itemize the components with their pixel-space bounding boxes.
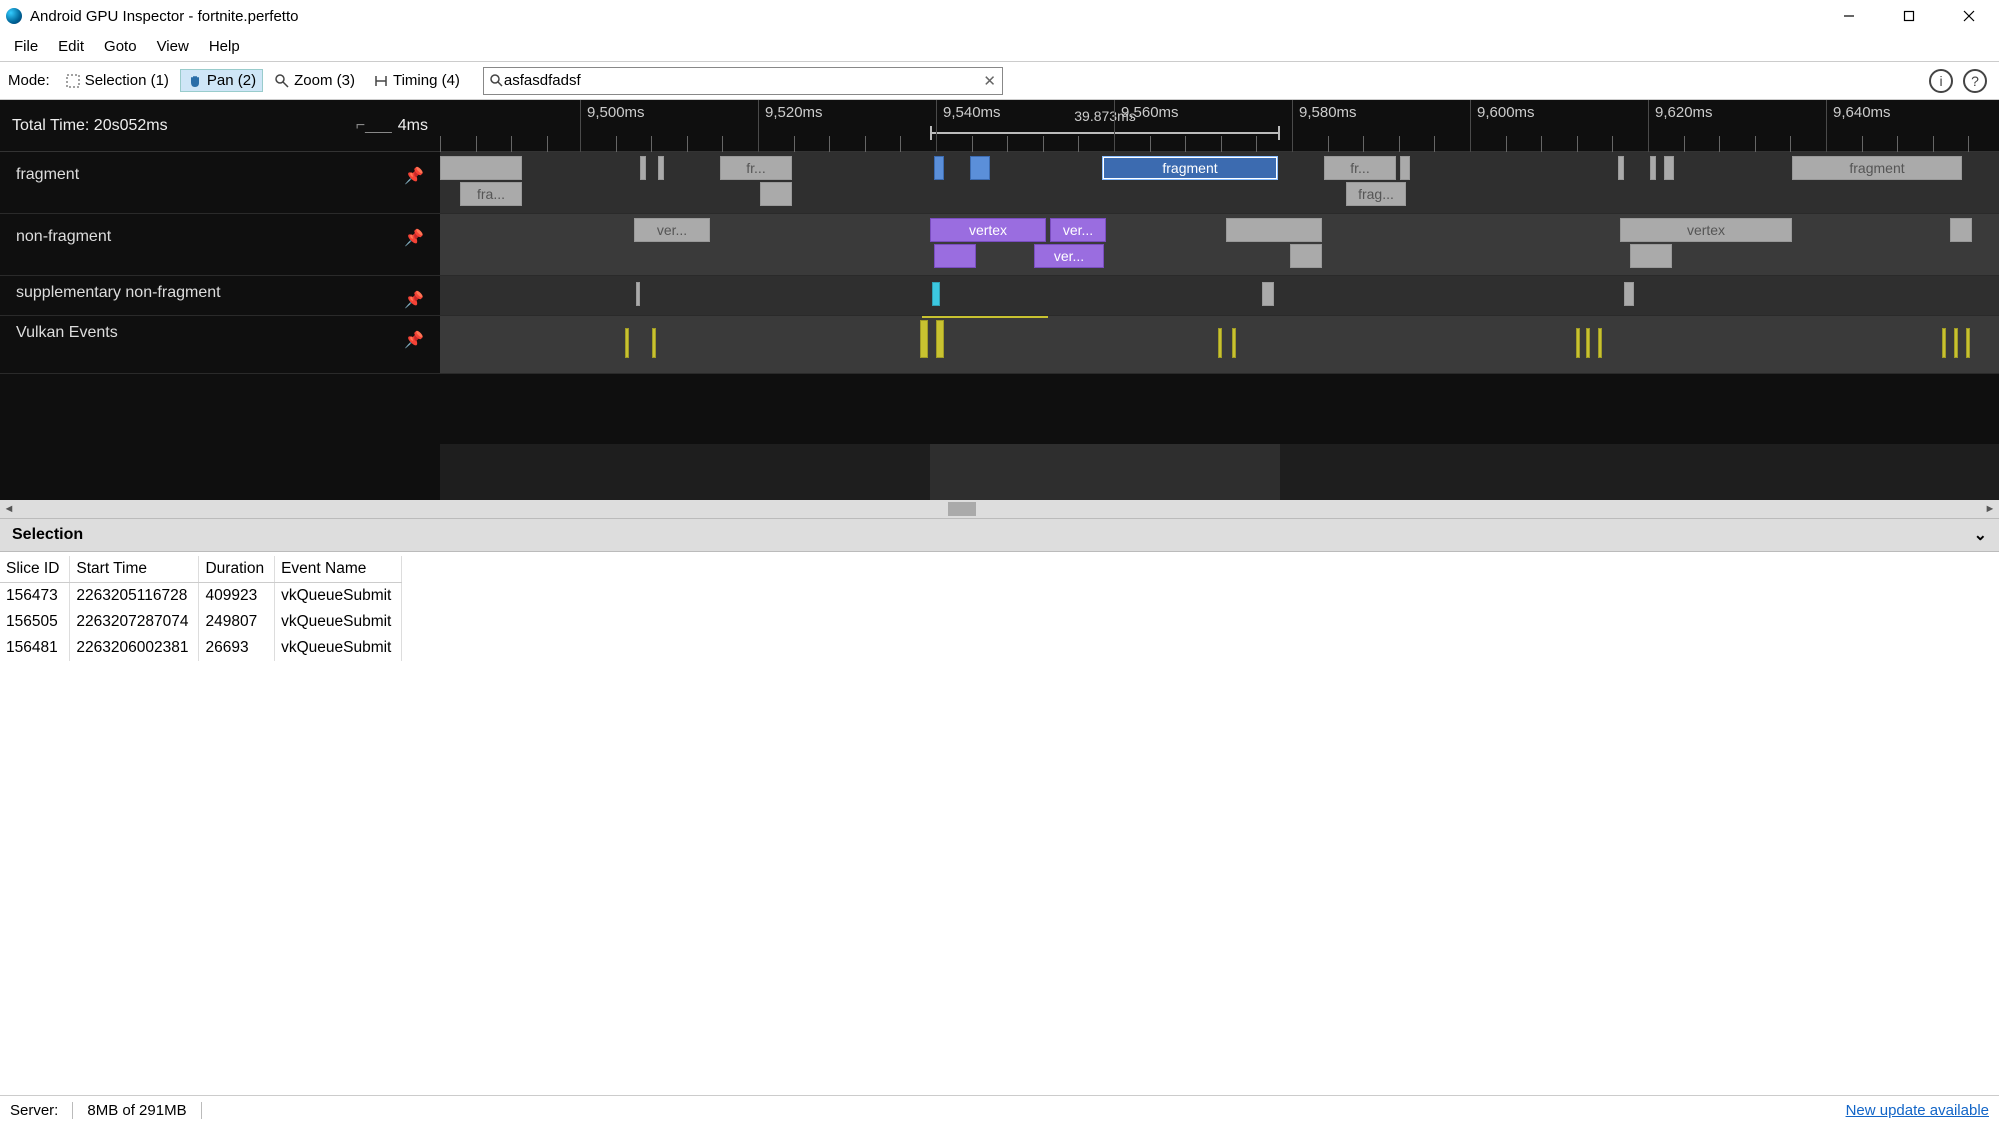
server-label: Server: <box>10 1102 73 1119</box>
scroll-left-icon[interactable]: ◄ <box>0 503 18 515</box>
table-row[interactable]: 1565052263207287074249807vkQueueSubmit <box>0 609 402 635</box>
mode-pan[interactable]: Pan (2) <box>180 69 263 92</box>
maximize-button[interactable] <box>1879 0 1939 32</box>
close-button[interactable] <box>1939 0 1999 32</box>
menu-help[interactable]: Help <box>201 36 248 57</box>
timeline-panel: Total Time: 20s052ms ⌐___ 4ms 39.873ms 9… <box>0 100 1999 500</box>
track-supplementary-non-fragment[interactable]: supplementary non-fragment📌 <box>0 276 1999 316</box>
col-start-time[interactable]: Start Time <box>70 556 199 583</box>
chevron-down-icon[interactable]: ⌄ <box>1974 525 1987 545</box>
menu-edit[interactable]: Edit <box>50 36 92 57</box>
timeline-scrollbar[interactable]: ◄ ► <box>0 500 1999 518</box>
track-fragment[interactable]: fragment📌 fra... fr... fragment fr... fr… <box>0 152 1999 214</box>
update-link[interactable]: New update available <box>1846 1102 1989 1119</box>
toolbar: Mode: Selection (1) Pan (2) Zoom (3) Tim… <box>0 62 1999 100</box>
pin-icon[interactable]: 📌 <box>404 166 424 186</box>
app-icon <box>6 8 22 24</box>
zoom-icon <box>274 73 290 89</box>
col-event-name[interactable]: Event Name <box>275 556 402 583</box>
tracks-area[interactable]: fragment📌 fra... fr... fragment fr... fr… <box>0 152 1999 500</box>
table-row[interactable]: 156481226320600238126693vkQueueSubmit <box>0 635 402 661</box>
hand-icon <box>187 73 203 89</box>
track-non-fragment[interactable]: non-fragment📌 ver... vertex ver... ver..… <box>0 214 1999 276</box>
mode-label: Mode: <box>8 72 50 89</box>
window-title: Android GPU Inspector - fortnite.perfett… <box>30 8 298 25</box>
clear-search-icon[interactable]: ✕ <box>983 72 996 90</box>
help-button[interactable]: ? <box>1963 69 1987 93</box>
selection-panel-header[interactable]: Selection ⌄ <box>0 518 1999 552</box>
minimize-button[interactable] <box>1819 0 1879 32</box>
col-duration[interactable]: Duration <box>199 556 275 583</box>
search-field[interactable]: ✕ <box>483 67 1003 95</box>
timing-icon <box>373 73 389 89</box>
mode-selection[interactable]: Selection (1) <box>58 69 176 92</box>
scroll-thumb[interactable] <box>948 502 976 516</box>
scale-label: 4ms <box>398 117 428 135</box>
col-slice-id[interactable]: Slice ID <box>0 556 70 583</box>
menu-goto[interactable]: Goto <box>96 36 145 57</box>
menu-file[interactable]: File <box>6 36 46 57</box>
memory-label: 8MB of 291MB <box>87 1102 201 1119</box>
info-button[interactable]: i <box>1929 69 1953 93</box>
statusbar: Server: 8MB of 291MB New update availabl… <box>0 1095 1999 1125</box>
mode-zoom[interactable]: Zoom (3) <box>267 69 362 92</box>
time-ruler[interactable]: Total Time: 20s052ms ⌐___ 4ms 39.873ms 9… <box>0 100 1999 152</box>
selection-icon <box>65 73 81 89</box>
pin-icon[interactable]: 📌 <box>404 290 424 310</box>
titlebar: Android GPU Inspector - fortnite.perfett… <box>0 0 1999 32</box>
search-icon <box>490 74 504 88</box>
scroll-right-icon[interactable]: ► <box>1981 503 1999 515</box>
search-input[interactable] <box>504 72 983 89</box>
pin-icon[interactable]: 📌 <box>404 228 424 248</box>
pin-icon[interactable]: 📌 <box>404 330 424 350</box>
menu-view[interactable]: View <box>149 36 197 57</box>
mode-timing[interactable]: Timing (4) <box>366 69 467 92</box>
table-row[interactable]: 1564732263205116728409923vkQueueSubmit <box>0 583 402 610</box>
track-vulkan-events[interactable]: Vulkan Events📌 <box>0 316 1999 374</box>
total-time-label: Total Time: 20s052ms <box>12 117 168 135</box>
selection-table[interactable]: Slice ID Start Time Duration Event Name … <box>0 552 1999 1095</box>
menubar: File Edit Goto View Help <box>0 32 1999 62</box>
